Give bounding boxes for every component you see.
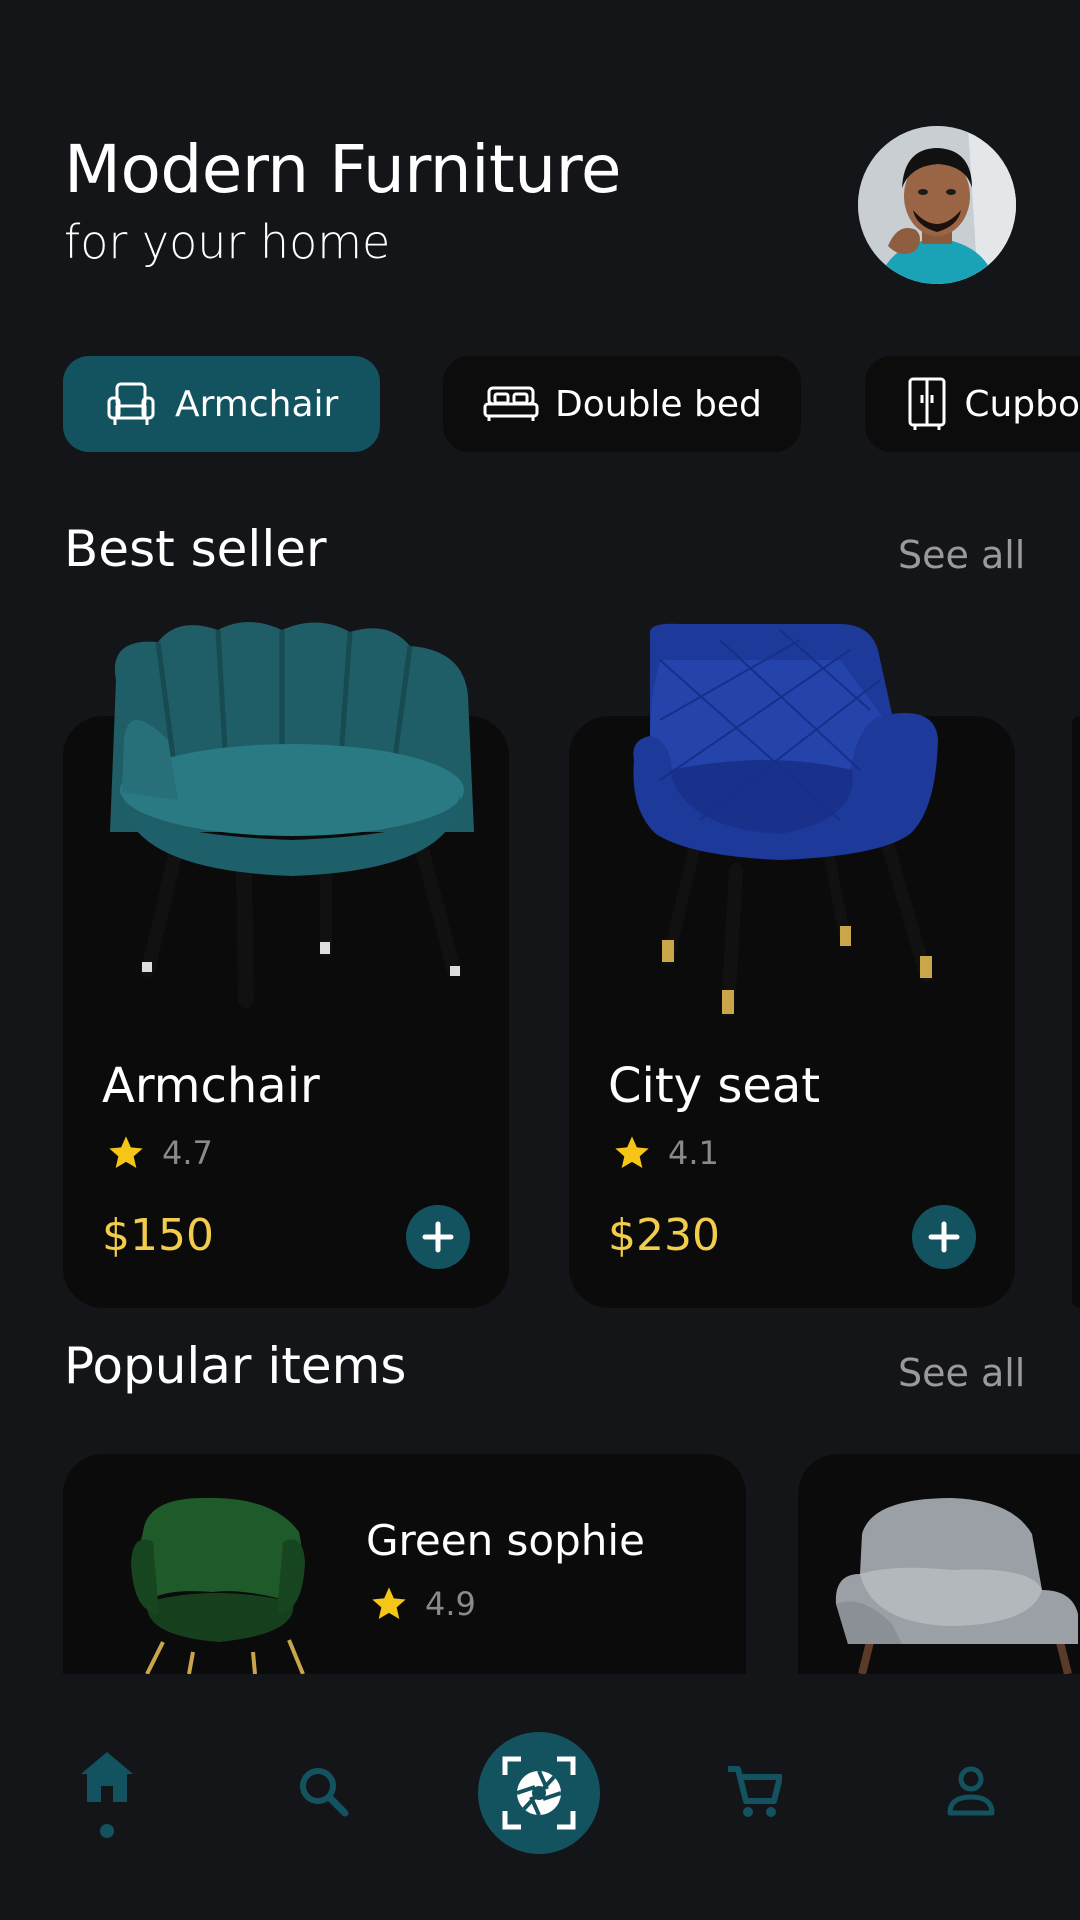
star-icon [615,1136,649,1168]
add-to-cart-button[interactable] [406,1205,470,1269]
profile-icon [947,1766,995,1816]
category-chip-double-bed[interactable]: Double bed [443,356,801,452]
rating-value: 4.1 [668,1134,719,1172]
nav-cart-button[interactable] [709,1746,799,1836]
page-title: Modern Furniture [64,131,621,208]
add-to-cart-button[interactable] [912,1205,976,1269]
best-seller-title: Best seller [64,520,327,578]
product-image-green-sophie [131,1497,305,1674]
popular-item-card-partial[interactable] [798,1454,1080,1674]
star-icon [372,1587,406,1619]
avatar-photo [858,126,1016,284]
product-rating: 4.7 [106,1133,213,1173]
product-image-city-seat [620,620,1020,1040]
product-name: Green sophie [366,1516,645,1565]
cupboard-icon [905,376,948,432]
product-name: City seat [608,1058,821,1114]
category-label: Cupbo [964,383,1080,425]
product-image-armchair [88,620,488,1040]
nav-profile-button[interactable] [926,1746,1016,1836]
category-label: Armchair [175,383,339,425]
rating-value: 4.7 [162,1134,213,1172]
rating-value: 4.9 [425,1585,476,1623]
popular-items-title: Popular items [64,1337,407,1395]
category-chip-cupboard[interactable]: Cupbo [865,356,1080,452]
armchair-icon [103,376,159,432]
nav-search-button[interactable] [278,1746,368,1836]
star-icon [109,1136,143,1168]
product-price: $230 [608,1210,720,1261]
avatar[interactable] [858,126,1016,284]
nav-home-button[interactable] [62,1732,152,1822]
scan-icon [502,1756,576,1830]
product-rating: 4.9 [369,1584,476,1624]
best-seller-see-all-link[interactable]: See all [898,533,1025,577]
popular-item-card-green-sophie[interactable]: Green sophie 4.9 [63,1454,746,1674]
product-rating: 4.1 [612,1133,719,1173]
plus-icon [422,1221,454,1253]
category-chip-armchair[interactable]: Armchair [63,356,380,452]
active-indicator-dot [100,1824,114,1838]
page-subtitle: for your home [64,215,391,269]
cart-icon [728,1766,782,1817]
category-label: Double bed [555,383,762,425]
popular-items-see-all-link[interactable]: See all [898,1351,1025,1395]
product-price: $150 [102,1210,214,1261]
product-name: Armchair [102,1058,320,1114]
plus-icon [928,1221,960,1253]
scan-button[interactable] [478,1732,600,1854]
product-card-partial[interactable] [1072,716,1080,1308]
home-icon [81,1752,133,1802]
bed-icon [483,376,539,432]
search-icon [300,1768,349,1817]
product-image-grey-armchair [835,1498,1078,1674]
